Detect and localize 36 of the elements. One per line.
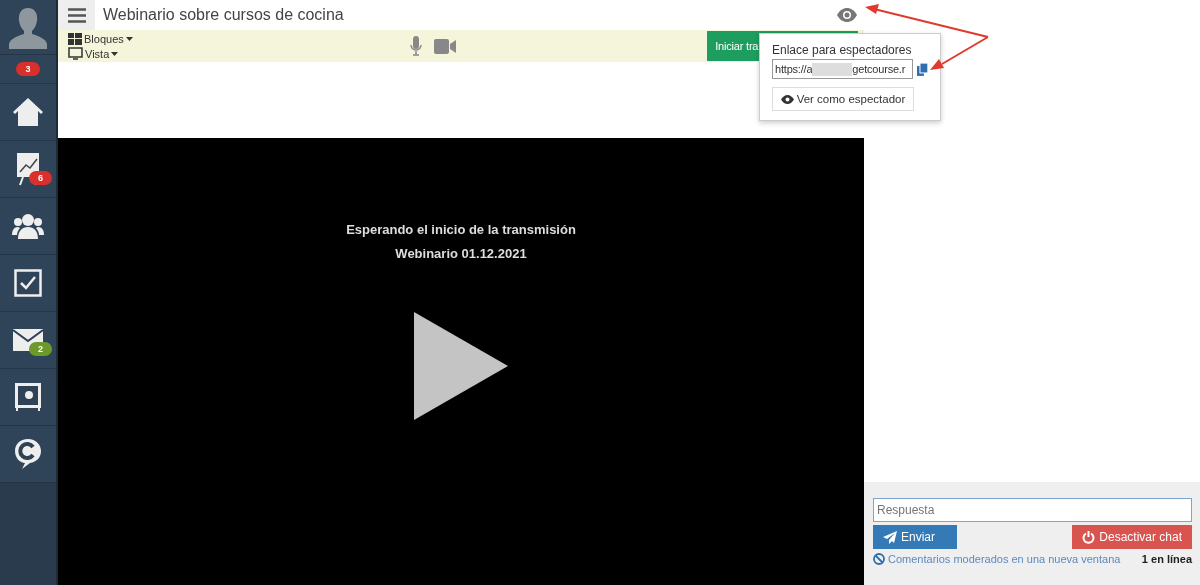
monitor-icon <box>68 47 83 60</box>
eye-icon[interactable] <box>836 7 858 23</box>
microphone-icon[interactable] <box>409 36 422 56</box>
viewer-link-field[interactable]: https://a getcourse.r <box>772 59 914 79</box>
view-as-viewer-button[interactable]: Ver como espectador <box>772 87 914 111</box>
caret-icon <box>111 51 119 56</box>
webinar-name: Webinario 01.12.2021 <box>395 246 527 261</box>
viewer-link-label: Enlace para espectadores <box>772 43 913 57</box>
notification-badge: 2 <box>29 342 52 356</box>
notification-badge: 3 <box>16 62 40 76</box>
play-icon[interactable] <box>414 312 508 420</box>
eye-icon <box>780 94 794 104</box>
dropdown-menu[interactable]: Bloques <box>68 31 410 46</box>
menu-button[interactable] <box>58 0 95 30</box>
dropdown-menu[interactable]: Vista <box>68 46 410 61</box>
safe-icon[interactable] <box>14 382 42 412</box>
send-button[interactable]: Enviar <box>873 525 957 549</box>
notification-badge: 6 <box>29 171 52 185</box>
ban-icon <box>873 553 885 565</box>
caret-icon <box>125 36 133 41</box>
webinar-title: Webinario sobre cursos de cocina <box>103 6 345 24</box>
copy-icon[interactable] <box>917 62 928 76</box>
chat-logo-icon[interactable] <box>14 438 42 470</box>
menu-icon <box>67 7 86 23</box>
disable-chat-button[interactable]: Desactivar chat <box>1072 525 1192 549</box>
user-avatar-icon[interactable] <box>6 5 50 49</box>
grid-icon <box>68 32 82 45</box>
reply-input[interactable]: Respuesta <box>873 498 1192 522</box>
online-count: 1 en línea <box>1141 553 1192 565</box>
paper-plane-icon <box>883 530 897 544</box>
users-icon[interactable] <box>12 213 44 239</box>
power-icon <box>1082 530 1096 544</box>
video-camera-icon[interactable] <box>433 38 456 54</box>
checkbox-icon[interactable] <box>14 269 42 297</box>
home-icon[interactable] <box>12 97 44 127</box>
video-status-text: Esperando el inicio de la transmisión <box>346 222 576 237</box>
